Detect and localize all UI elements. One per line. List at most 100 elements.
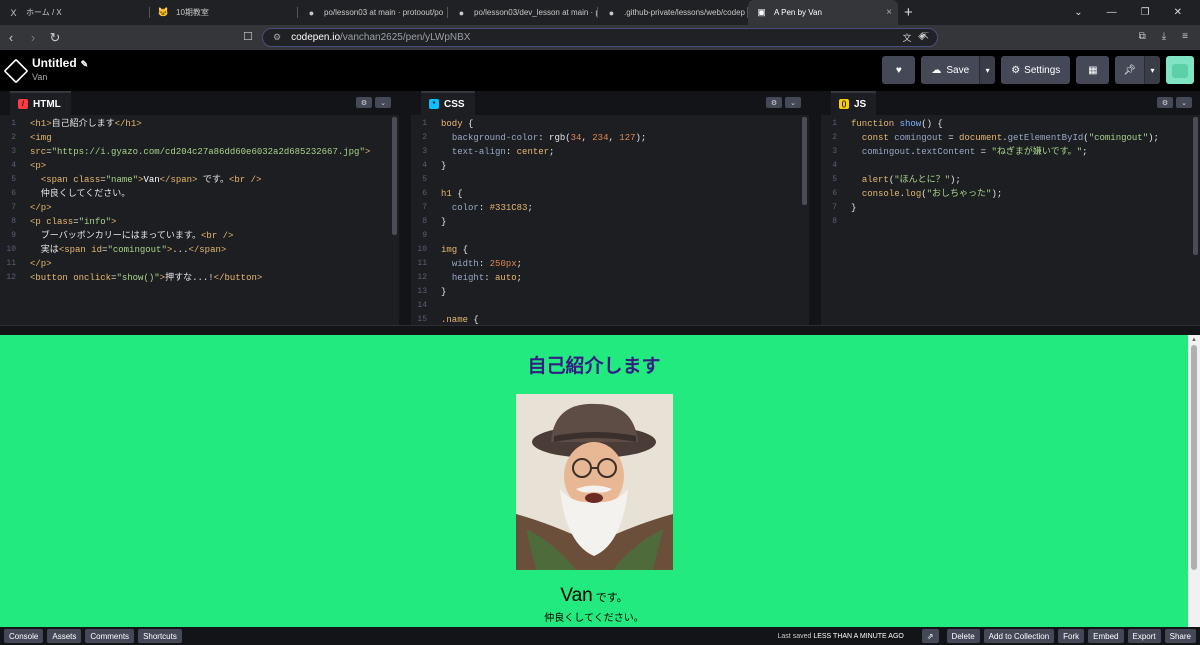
tab-html[interactable]: / HTML [10,91,71,115]
pane-settings-icon[interactable]: ⚙ [1157,97,1173,108]
code-token: class [73,175,101,185]
browser-tab[interactable]: ● .github-private/lessons/web/codep [598,0,748,25]
fold-gutter [843,145,851,159]
embed-button[interactable]: Embed [1088,629,1124,643]
desu-text: です。 [595,592,628,604]
heart-button[interactable]: ♥ [882,56,916,84]
change-view-button[interactable]: ▦ [1076,56,1110,84]
fold-gutter [22,257,30,271]
code-text: width: 250px; [441,257,522,271]
code-token: </p> [30,259,52,269]
pen-author[interactable]: Van [32,72,47,82]
code-token: "ねぎまが嫌いです。" [991,147,1083,157]
export-button[interactable]: Export [1127,629,1161,643]
fold-gutter [433,117,441,131]
html-scrollbar[interactable] [392,117,397,235]
codepen-logo-icon[interactable] [3,58,29,83]
code-text: <span class="name">Van</span> です。<br /> [30,173,262,187]
pane-settings-icon[interactable]: ⚙ [356,97,372,108]
comments-button[interactable]: Comments [85,629,135,643]
extensions-icon[interactable]: ⧉ [1139,31,1146,42]
line-number: 1 [422,119,427,128]
pane-settings-icon[interactable]: ⚙ [766,97,782,108]
line-number: 2 [11,133,16,142]
code-line: 6 console.log("おしちゃった"); [821,187,1200,201]
new-tab-icon[interactable]: + [904,4,913,21]
pen-title[interactable]: Untitled ✎ [32,56,88,70]
code-token: ); [991,189,1003,199]
console-button[interactable]: Console [4,629,44,643]
fork-button[interactable]: Fork [1058,629,1085,643]
js-code[interactable]: 1 function show() {2 const comingout = do… [821,117,1200,325]
browser-tab[interactable]: ● po/lesson03 at main · protoout/po [298,0,448,25]
preview-scrollbar[interactable]: ▲ [1188,335,1200,627]
line-number: 8 [422,217,427,226]
code-token: 自己紹介します [51,119,115,129]
reload-icon[interactable]: ↻ [44,30,66,46]
fold-gutter [843,215,851,229]
translate-icon[interactable]: 文 [902,31,911,44]
browser-tab-label: 10期教室 [176,8,209,17]
browser-tab[interactable]: 🐱 10期教室 [150,0,298,25]
code-line: 5 [411,173,809,187]
chevron-down-icon[interactable]: ⌄ [785,97,801,108]
js-icon: () [839,99,849,109]
html-code[interactable]: 1 <h1>自己紹介します</h1> 2 <img 3 src="https://i.gy… [0,117,399,325]
scroll-up-icon[interactable]: ▲ [1191,337,1197,343]
code-token: .name [441,315,469,325]
tab-css[interactable]: * CSS [421,91,475,115]
shield-icon[interactable]: ◈ [918,31,926,42]
tab-js[interactable]: () JS [831,91,877,115]
save-button[interactable]: ☁ Save [921,56,980,84]
settings-button[interactable]: ⚙ Settings [1001,56,1071,84]
bookmark-icon[interactable]: ☐ [243,30,253,43]
add-to-collection-button[interactable]: Add to Collection [983,629,1055,643]
pin-dropdown-button[interactable]: ▾ [1144,56,1160,84]
menu-icon[interactable]: ≡ [1182,31,1188,42]
forward-icon[interactable]: › [22,30,44,45]
share-button[interactable]: Share [1164,629,1196,643]
shortcuts-button[interactable]: Shortcuts [138,629,182,643]
back-icon[interactable]: ‹ [0,30,22,45]
code-text: <img [30,131,52,145]
code-line: 9 ブーバッボンカリーにはまっています。<br /> [0,229,399,243]
line-number: 10 [417,245,427,254]
delete-button[interactable]: Delete [946,629,980,643]
code-line: 12 height: auto; [411,271,809,285]
code-token: </span> [159,175,198,185]
code-token: "おしちゃった" [926,189,992,199]
pencil-icon[interactable]: ✎ [81,59,89,69]
download-icon[interactable]: ⤓ [1162,31,1166,42]
address-bar[interactable]: ⚙ codepen.io/vanchan2625/pen/yLWpNBX 文 ⇱ [262,28,938,47]
chevron-down-icon[interactable]: ⌄ [1074,7,1082,18]
chevron-down-icon[interactable]: ⌄ [375,97,391,108]
code-text: </p> [30,201,52,215]
avatar[interactable] [1166,56,1194,84]
browser-tab[interactable]: ● po/lesson03/dev_lesson at main · pr [448,0,598,25]
site-info-icon[interactable]: ⚙ [273,32,281,43]
css-scrollbar[interactable] [802,117,807,205]
code-token: 実は [30,245,59,255]
maximize-icon[interactable]: ❐ [1141,7,1150,18]
preview-scroll-thumb[interactable] [1191,345,1197,570]
browser-tab[interactable]: ▣ A Pen by Van × [748,0,898,25]
js-scrollbar[interactable] [1193,117,1198,255]
assets-button[interactable]: Assets [47,629,82,643]
close-icon[interactable]: × [886,7,892,18]
close-window-icon[interactable]: ✕ [1174,7,1182,18]
css-code[interactable]: 1 body {2 background-color: rgb(34, 234, … [411,117,809,325]
fold-gutter [22,201,30,215]
minimize-icon[interactable]: — [1107,7,1117,18]
chevron-down-icon[interactable]: ⌄ [1176,97,1192,108]
browser-toolbar: ‹ › ↻ ☐ ⚙ codepen.io/vanchan2625/pen/yLW… [0,25,1200,50]
resize-divider[interactable] [0,325,1200,335]
pin-button[interactable]: 📌︎ [1115,56,1144,84]
code-token: <p> [30,161,47,171]
open-external-button[interactable]: ⇗ [921,629,939,643]
browser-tab[interactable]: X ホーム / X [0,0,150,25]
line-number: 5 [11,175,16,184]
save-dropdown-button[interactable]: ▾ [979,56,996,84]
code-token: ... [172,245,189,255]
